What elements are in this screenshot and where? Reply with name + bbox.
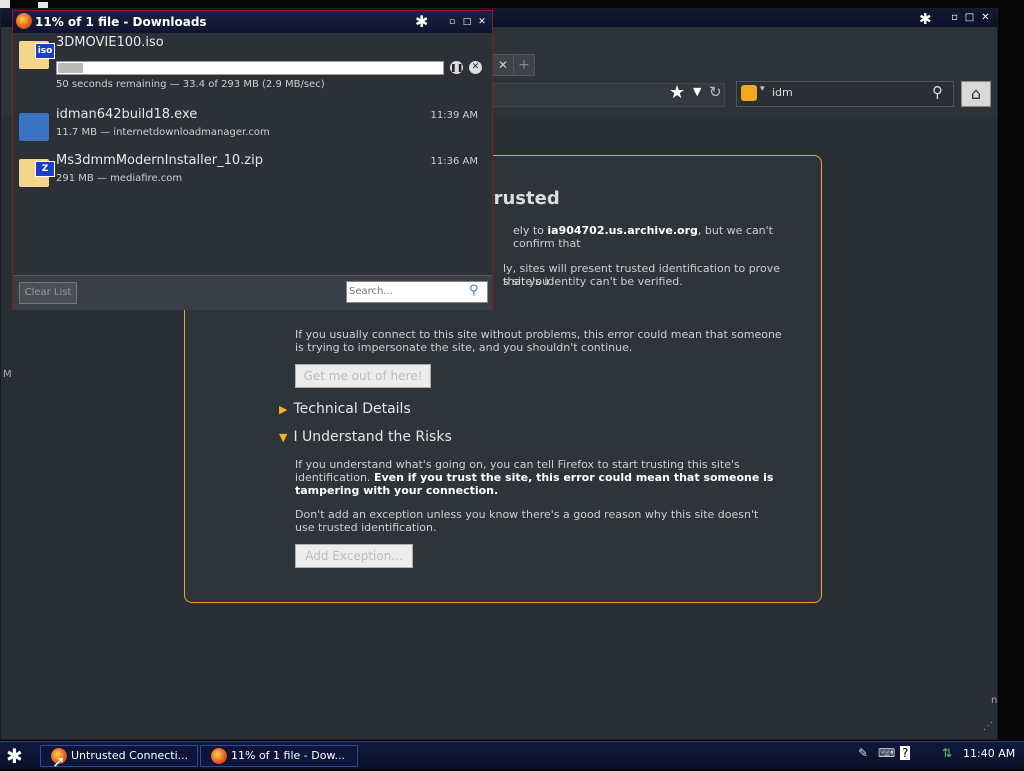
minimize-button[interactable]: ▫ (446, 16, 458, 28)
reload-icon[interactable]: ↻ (709, 83, 722, 101)
download-item[interactable]: Z Ms3dmmModernInstaller_10.zip 11:36 AM … (13, 151, 492, 197)
downloads-search-input[interactable] (349, 284, 465, 298)
downloads-list[interactable]: iso 3DMOVIE100.iso ❚❚ ✕ 50 seconds remai… (13, 33, 492, 275)
network-icon[interactable]: ⇅ (942, 746, 952, 760)
downloads-window: 11% of 1 file - Downloads ✱ ▫ □ ✕ iso 3D… (12, 10, 493, 310)
tab-close-button[interactable]: ✕ (492, 54, 514, 76)
search-bar[interactable]: ▾ idm ⚲ (736, 81, 954, 107)
download-filename: idman642build18.exe (56, 107, 198, 122)
download-status: 291 MB — mediafire.com (56, 173, 183, 184)
download-progress-fill (58, 63, 83, 73)
chevron-down-icon[interactable]: ▼ (693, 85, 701, 98)
maximize-button[interactable]: □ (461, 16, 473, 28)
download-time: 11:39 AM (430, 110, 478, 121)
file-iso-icon: iso (19, 41, 55, 69)
firefox-icon (211, 748, 227, 764)
resize-grip-icon[interactable]: ⋰ (983, 721, 993, 732)
minimize-button[interactable]: ▫ (948, 11, 961, 24)
taskbar: ✱ Untrusted Connecti... 11% of 1 file - … (0, 741, 1024, 769)
taskbar-item-downloads[interactable]: 11% of 1 file - Dow... (200, 745, 358, 767)
download-item-active[interactable]: iso 3DMOVIE100.iso ❚❚ ✕ 50 seconds remai… (13, 33, 492, 90)
installer-exe-icon (19, 113, 49, 141)
chevron-down-icon[interactable]: ▾ (760, 84, 765, 94)
download-status: 50 seconds remaining — 33.4 of 293 MB (2… (56, 79, 325, 90)
search-engine-icon[interactable] (741, 85, 757, 101)
risks-explanation: If you understand what's going on, you c… (295, 458, 774, 497)
mouse-cursor-icon: ➚ (52, 752, 66, 771)
error-explanation-line2: s site's identity can't be verified. (503, 275, 683, 288)
keyboard-icon[interactable]: ⌨ (878, 746, 895, 760)
star-icon[interactable]: ✱ (415, 12, 428, 31)
home-button[interactable]: ⌂ (961, 81, 991, 107)
downloads-search[interactable]: ⚲ (346, 281, 488, 303)
star-icon[interactable]: ✱ (919, 10, 932, 28)
search-icon[interactable]: ⚲ (469, 283, 479, 298)
edge-fragment: M (3, 369, 12, 380)
help-icon[interactable]: ? (900, 746, 911, 760)
downloads-titlebar: 11% of 1 file - Downloads ✱ ▫ □ ✕ (13, 11, 492, 33)
download-time: 11:36 AM (430, 156, 478, 167)
download-filename: 3DMOVIE100.iso (56, 35, 164, 50)
error-warning-text: If you usually connect to this site with… (295, 328, 782, 354)
error-intro: ely to ia904702.us.archive.org, but we c… (513, 224, 773, 250)
new-tab-button[interactable]: + (513, 54, 535, 76)
exception-advice: Don't add an exception unless you know t… (295, 508, 759, 534)
triangle-right-icon: ▶ (279, 403, 288, 416)
firefox-icon (16, 13, 32, 29)
url-bar[interactable] (491, 83, 725, 107)
pause-icon[interactable]: ❚❚ (450, 61, 463, 74)
understand-risks-expander[interactable]: ▼ I Understand the Risks (279, 429, 452, 445)
bookmark-star-icon[interactable]: ★ (669, 82, 685, 103)
pen-icon[interactable]: ✎ (858, 746, 868, 760)
download-filename: Ms3dmmModernInstaller_10.zip (56, 153, 263, 168)
file-zip-icon: Z (19, 159, 55, 187)
close-button[interactable]: ✕ (979, 11, 992, 24)
close-button[interactable]: ✕ (476, 16, 488, 28)
add-exception-button[interactable]: Add Exception... (295, 544, 413, 568)
nav-row: ★ ▼ ↻ ▾ idm ⚲ ⌂ (491, 79, 997, 109)
download-item[interactable]: idman642build18.exe 11:39 AM 11.7 MB — i… (13, 105, 492, 151)
downloads-footer: Clear List ⚲ (13, 275, 492, 310)
triangle-down-icon: ▼ (279, 431, 288, 444)
downloads-title: 11% of 1 file - Downloads (35, 15, 207, 29)
search-input[interactable]: idm (772, 86, 793, 99)
get-me-out-button[interactable]: Get me out of here! (295, 364, 431, 388)
cancel-icon[interactable]: ✕ (469, 61, 482, 74)
download-progress-bar (56, 61, 444, 75)
download-status: 11.7 MB — internetdownloadmanager.com (56, 127, 270, 138)
maximize-button[interactable]: □ (963, 11, 976, 24)
technical-details-expander[interactable]: ▶ Technical Details (279, 401, 411, 417)
error-title: trusted (485, 188, 560, 209)
clock: 11:40 AM (963, 747, 1016, 760)
search-icon[interactable]: ⚲ (932, 83, 943, 101)
start-menu-icon[interactable]: ✱ (6, 744, 23, 768)
clear-list-button[interactable]: Clear List (19, 282, 77, 304)
edge-fragment: n (991, 695, 998, 706)
